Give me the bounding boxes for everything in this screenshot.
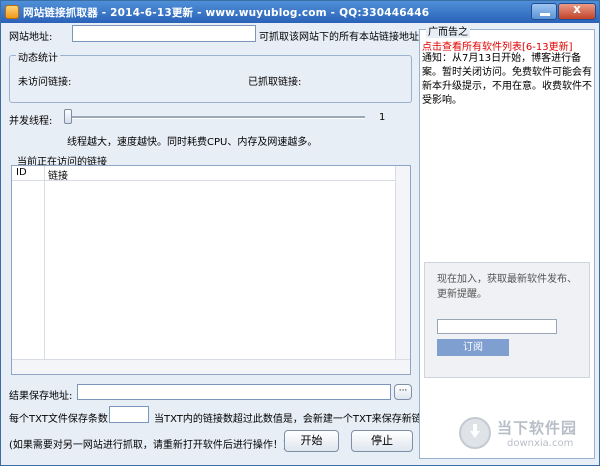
footer-note: (如果需要对另一网站进行抓取，请重新打开软件后进行操作！) (9, 440, 287, 451)
crawled-label: 已抓取链接: (248, 77, 302, 88)
minimize-icon (540, 13, 550, 16)
subscribe-text: 现在加入，获取最新软件发布、更新提醒。 (437, 274, 577, 300)
app-icon (5, 5, 19, 19)
horizontal-scrollbar[interactable] (12, 359, 410, 374)
watermark-en: downxia.com (507, 438, 574, 449)
software-list-link[interactable]: 点击查看所有软件列表[6-13更新] (422, 38, 573, 53)
subscribe-box: 现在加入，获取最新软件发布、更新提醒。 订阅 (424, 262, 590, 378)
url-label: 网站地址: (9, 32, 53, 43)
ad-title: 广而告之 (426, 23, 470, 38)
link-list[interactable]: ID 链接 (11, 165, 411, 375)
minimize-button[interactable] (531, 3, 557, 20)
start-button[interactable]: 开始 (284, 430, 339, 452)
save-path-label: 结果保存地址: (9, 391, 73, 402)
stop-button[interactable]: 停止 (351, 430, 413, 452)
column-id[interactable]: ID (16, 167, 27, 178)
window-title: 网站链接抓取器 - 2014-6-13更新 - www.wuyublog.com… (23, 7, 430, 19)
watermark: 当下软件园 downxia.com (455, 413, 595, 457)
column-divider (44, 166, 45, 362)
title-bar[interactable]: 网站链接抓取器 - 2014-6-13更新 - www.wuyublog.com… (1, 1, 599, 23)
download-icon (459, 417, 491, 449)
threads-label: 并发线程: (9, 116, 53, 127)
threads-slider-thumb[interactable] (64, 109, 72, 124)
unvisited-label: 未访问链接: (18, 77, 72, 88)
url-input[interactable] (72, 25, 256, 42)
save-path-input[interactable] (77, 384, 391, 400)
per-file-input[interactable] (109, 406, 149, 423)
threads-value: 1 (379, 112, 386, 123)
close-icon: x (573, 2, 581, 16)
per-file-label: 每个TXT文件保存条数: (9, 414, 112, 425)
ad-panel: 广而告之 点击查看所有软件列表[6-13更新] 通知：从7月13日开始，博客进行… (419, 23, 595, 459)
close-button[interactable]: x (558, 2, 596, 20)
column-link[interactable]: 链接 (48, 167, 68, 182)
watermark-cn: 当下软件园 (497, 419, 578, 437)
threads-slider-track[interactable] (65, 116, 365, 119)
subscribe-email-input[interactable] (437, 319, 557, 334)
stats-title: 动态统计 (16, 49, 60, 64)
browse-button[interactable]: ··· (394, 384, 412, 400)
ad-notice: 通知：从7月13日开始，博客进行备案。暂时关闭访问。免费软件可能会有新本升级提示… (422, 53, 592, 106)
threads-note: 线程越大，速度越快。同时耗费CPU、内存及网速越多。 (67, 137, 318, 148)
url-hint: 可抓取该网站下的所有本站链接地址。 (259, 32, 429, 43)
browse-icon: ··· (398, 386, 408, 396)
per-file-note: 当TXT内的链接数超过此数值是，会新建一个TXT来保存新链接。 (154, 414, 442, 425)
subscribe-button[interactable]: 订阅 (437, 339, 509, 356)
stats-group: 动态统计 未访问链接: 已抓取链接: (9, 49, 412, 103)
link-list-header: ID 链接 (12, 166, 410, 182)
app-window: 网站链接抓取器 - 2014-6-13更新 - www.wuyublog.com… (0, 0, 600, 466)
vertical-scrollbar[interactable] (395, 166, 410, 360)
